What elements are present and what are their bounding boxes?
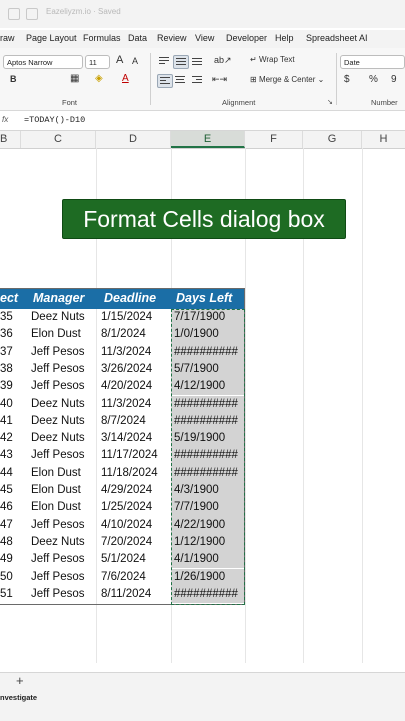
align-middle-icon[interactable] [173,55,189,69]
column-header-b[interactable]: B [0,131,21,148]
column-headers: B C D E F G H [0,131,405,149]
borders-icon[interactable]: ▦ [70,73,79,84]
autosave-icon[interactable] [8,8,20,20]
column-header-e[interactable]: E [171,131,245,148]
alignment-launcher-icon[interactable]: ↘ [327,98,333,106]
percent-button[interactable]: % [369,74,378,85]
bold-button[interactable]: B [10,74,17,84]
formula-bar: fx =TODAY()-D10 [0,112,405,131]
tab-view[interactable]: View [195,33,214,43]
font-size-select[interactable]: 11 [85,55,110,69]
column-header-c[interactable]: C [21,131,96,148]
ribbon-separator [150,53,151,105]
status-text: nvestigate [0,693,38,702]
orientation-icon[interactable]: ab↗ [214,55,232,66]
font-color-icon[interactable]: A [122,73,129,84]
column-header-f[interactable]: F [245,131,303,148]
merge-center-label: Merge & Center [258,75,316,84]
merge-icon: ⊞ [250,75,259,84]
tab-data[interactable]: Data [128,33,147,43]
tab-help[interactable]: Help [275,33,294,43]
caption-banner: Format Cells dialog box [62,199,346,239]
align-bottom-icon[interactable] [190,55,204,67]
shrink-font-button[interactable]: A [132,56,138,66]
fx-icon[interactable]: fx [2,115,8,124]
align-left-icon[interactable] [157,74,173,88]
number-group-label: Number [371,98,398,107]
indent-icon[interactable]: ⇤⇥ [212,74,227,85]
title-bar: Eazeliyzm.io · Saved [0,0,405,28]
currency-button[interactable]: $ [344,74,350,85]
ribbon-tabs: raw Page Layout Formulas Data Review Vie… [0,30,405,48]
fill-color-icon[interactable]: ◈ [95,73,103,84]
grow-font-button[interactable]: A [116,54,123,66]
comma-button[interactable]: 9 [391,74,397,85]
formula-input[interactable]: =TODAY()-D10 [24,115,85,125]
wrap-text-button[interactable]: ↵ Wrap Text [250,55,295,64]
selection-range [171,309,245,605]
font-name-select[interactable]: Aptos Narrow [3,55,83,69]
column-header-g[interactable]: G [303,131,362,148]
sheet-bar: + nvestigate [0,672,405,721]
alignment-group-label: Alignment [222,98,256,107]
tab-draw[interactable]: raw [0,33,15,43]
column-header-d[interactable]: D [96,131,171,148]
ribbon: Aptos Narrow 11 A A B ▦ ◈ A Font ab↗ ⇤⇥ … [0,48,405,111]
tab-developer[interactable]: Developer [226,33,267,43]
font-group-label: Font [62,98,78,107]
save-icon[interactable] [26,8,38,20]
align-top-icon[interactable] [157,55,171,67]
chevron-down-icon[interactable]: ⌄ [315,75,325,84]
tab-formulas[interactable]: Formulas [83,33,121,43]
number-format-select[interactable]: Date [340,55,405,69]
tab-page-layout[interactable]: Page Layout [26,33,77,43]
tab-review[interactable]: Review [157,33,187,43]
ribbon-separator [336,53,337,105]
merge-center-button[interactable]: ⊞ Merge & Center ⌄ [250,75,324,84]
tab-spreadsheet-ai[interactable]: Spreadsheet AI [306,33,368,43]
align-right-icon[interactable] [190,74,204,86]
wrap-text-icon: ↵ [250,55,259,64]
column-header-h[interactable]: H [362,131,405,148]
add-sheet-button[interactable]: + [16,673,24,688]
align-center-icon[interactable] [173,74,187,86]
document-name[interactable]: Eazeliyzm.io · Saved [46,7,121,16]
wrap-text-label: Wrap Text [258,55,295,64]
